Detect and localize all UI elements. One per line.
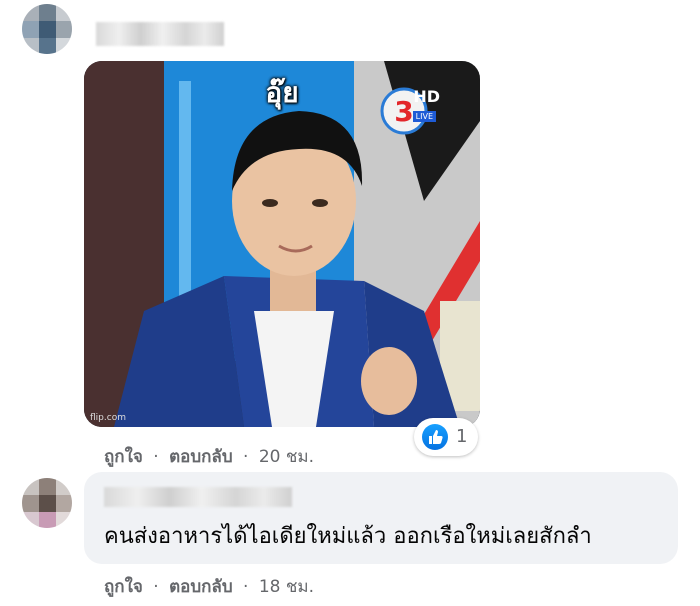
commenter-name-redacted[interactable] xyxy=(96,22,224,46)
comment-timestamp[interactable]: 18 ชม. xyxy=(259,577,314,597)
like-button[interactable]: ถูกใจ xyxy=(104,447,143,467)
separator: · xyxy=(153,577,159,597)
commenter-avatar[interactable] xyxy=(22,4,72,54)
commenter-avatar[interactable] xyxy=(22,478,72,528)
comment-text: คนส่งอาหารได้ไอเดียใหม่แล้ว ออกเรือใหม่เ… xyxy=(104,524,592,549)
reaction-summary[interactable]: 1 xyxy=(414,418,478,456)
commenter-name-redacted[interactable] xyxy=(104,487,292,507)
channel-hd-badge: HD xyxy=(413,87,440,106)
reply-button[interactable]: ตอบกลับ xyxy=(169,447,233,467)
reply-button[interactable]: ตอบกลับ xyxy=(169,577,233,597)
like-button[interactable]: ถูกใจ xyxy=(104,577,143,597)
watermark: flip.com xyxy=(90,413,126,423)
comment-actions: ถูกใจ · ตอบกลับ · 20 ชม. xyxy=(104,443,314,470)
reaction-gif-image[interactable]: 3 อุ๊ย HD LIVE flip.com xyxy=(84,61,480,427)
reaction-count: 1 xyxy=(456,426,468,447)
like-reaction-icon xyxy=(422,424,448,450)
separator: · xyxy=(243,447,249,467)
separator: · xyxy=(153,447,159,467)
comment-actions: ถูกใจ · ตอบกลับ · 18 ชม. xyxy=(104,573,314,600)
live-badge: LIVE xyxy=(412,111,436,122)
comment-timestamp[interactable]: 20 ชม. xyxy=(259,447,314,467)
separator: · xyxy=(243,577,249,597)
